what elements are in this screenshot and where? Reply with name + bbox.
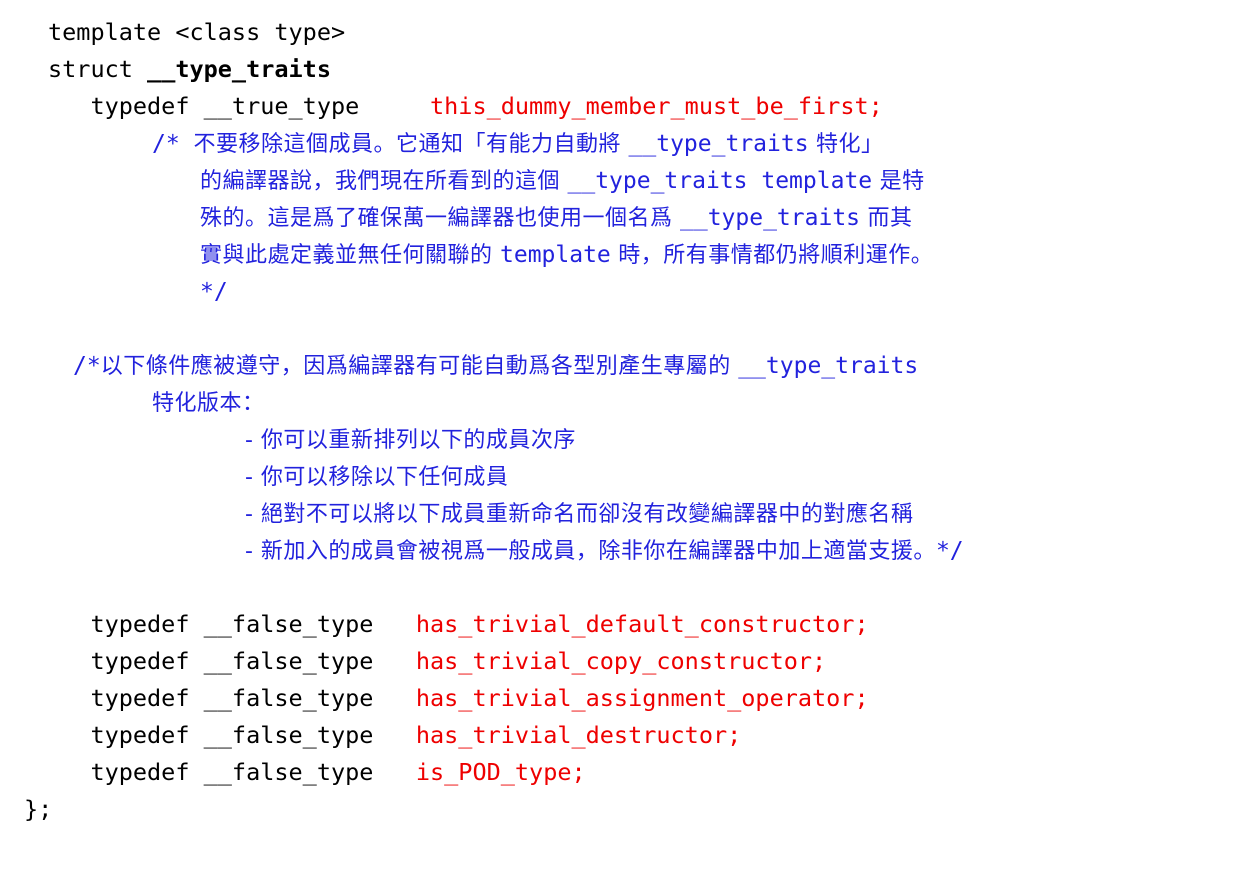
comment-5-inline-code: __type_traits xyxy=(738,353,919,379)
comment-4-text-b: 時，所有事情都仍將順利運作。 xyxy=(610,243,934,268)
comment-bullet-1-text: - 你可以重新排列以下的成員次序 xyxy=(245,428,576,453)
comment-4-text-a: 實與此處定義並無任何關聯的 xyxy=(200,243,500,268)
comment-6-text: 特化版本： xyxy=(152,391,265,416)
comment-block-1-line-3: 殊的。這是爲了確保萬一編譯器也使用一個名爲 __type_traits 而其 xyxy=(0,199,1245,236)
typedef-keyword-4: typedef __false_type xyxy=(48,758,416,786)
code-line-template-decl: template <class type> xyxy=(0,14,1245,51)
comment-1-inline-code-a: __type_traits xyxy=(628,131,809,157)
comment-open-token-2: /* xyxy=(73,353,101,379)
comment-2-text-b: 是特 xyxy=(872,169,925,194)
struct-name: __type_traits xyxy=(147,55,331,83)
comment-block-2-line-2: 特化版本： xyxy=(0,384,1245,421)
comment-bullet-3: - 絕對不可以將以下成員重新命名而卻沒有改變編譯器中的對應名稱 xyxy=(0,495,1245,532)
comment-1-text-a: 不要移除這個成員。它通知「有能力自動將 xyxy=(193,132,629,157)
comment-block-1-close: */ xyxy=(0,273,1245,310)
typedef-name-1: has_trivial_copy_constructor; xyxy=(415,647,827,675)
typedef-name-2: has_trivial_assignment_operator; xyxy=(415,684,869,712)
comment-open-token-1: /* xyxy=(152,131,194,157)
comment-block-1-line-1: /* 不要移除這個成員。它通知「有能力自動將 __type_traits 特化」 xyxy=(0,125,1245,162)
code-line-typedef-4: typedef __false_type is_POD_type; xyxy=(0,754,1245,791)
typedef-name-dummy-member: this_dummy_member_must_be_first; xyxy=(430,92,883,120)
typedef-keyword-1: typedef __false_type xyxy=(48,647,416,675)
comment-bullet-4: - 新加入的成員會被視爲一般成員，除非你在編譯器中加上適當支援。*/ xyxy=(0,532,1245,569)
code-line-closing-brace: }; xyxy=(0,791,1245,828)
comment-3-text-b: 而其 xyxy=(860,206,913,231)
comment-2-text-a: 的編譯器說，我們現在所看到的這個 xyxy=(200,169,568,194)
comment-block-1-line-4: 實與此處定義並無任何關聯的 template 時，所有事情都仍將順利運作。 xyxy=(0,236,1245,273)
comment-block-2-line-1: /*以下條件應被遵守，因爲編譯器有可能自動爲各型別產生專屬的 __type_tr… xyxy=(0,347,1245,384)
struct-keyword: struct xyxy=(48,55,148,83)
typedef-name-0: has_trivial_default_constructor; xyxy=(415,610,869,638)
code-line-typedef-3: typedef __false_type has_trivial_destruc… xyxy=(0,717,1245,754)
typedef-name-4: is_POD_type; xyxy=(415,758,586,786)
comment-1-text-b: 特化」 xyxy=(808,132,884,157)
comment-close-token-1: */ xyxy=(200,279,228,305)
comment-2-inline-code: __type_traits template xyxy=(567,168,873,194)
typedef-keyword-3: typedef __false_type xyxy=(48,721,416,749)
comment-block-1-line-2: 的編譯器說，我們現在所看到的這個 __type_traits template … xyxy=(0,162,1245,199)
comment-bullet-3-text: - 絕對不可以將以下成員重新命名而卻沒有改變編譯器中的對應名稱 xyxy=(245,502,914,527)
comment-3-inline-code: __type_traits xyxy=(680,205,861,231)
code-line-typedef-2: typedef __false_type has_trivial_assignm… xyxy=(0,680,1245,717)
comment-3-text-a: 殊的。這是爲了確保萬一編譯器也使用一個名爲 xyxy=(200,206,680,231)
comment-bullet-2: - 你可以移除以下任何成員 xyxy=(0,458,1245,495)
code-line-typedef-true-type: typedef __true_type this_dummy_member_mu… xyxy=(0,88,1245,125)
code-line-struct-decl: struct __type_traits xyxy=(0,51,1245,88)
typedef-keyword-true-type: typedef __true_type xyxy=(48,92,431,120)
template-declaration-text: template <class type> xyxy=(48,18,346,46)
comment-close-token-2: */ xyxy=(935,538,964,564)
code-line-typedef-1: typedef __false_type has_trivial_copy_co… xyxy=(0,643,1245,680)
comment-bullet-2-text: - 你可以移除以下任何成員 xyxy=(245,465,509,490)
typedef-keyword-2: typedef __false_type xyxy=(48,684,416,712)
comment-4-inline-code: template xyxy=(500,242,611,268)
closing-brace-text: }; xyxy=(24,795,53,823)
code-line-typedef-0: typedef __false_type has_trivial_default… xyxy=(0,606,1245,643)
typedef-keyword-0: typedef __false_type xyxy=(48,610,416,638)
code-listing-page: template <class type> struct __type_trai… xyxy=(0,0,1245,873)
comment-5-text-a: 以下條件應被遵守，因爲編譯器有可能自動爲各型別產生專屬的 xyxy=(100,354,739,379)
comment-bullet-4-text: - 新加入的成員會被視爲一般成員，除非你在編譯器中加上適當支援。 xyxy=(245,539,936,564)
typedef-name-3: has_trivial_destructor; xyxy=(415,721,742,749)
comment-bullet-1: - 你可以重新排列以下的成員次序 xyxy=(0,421,1245,458)
